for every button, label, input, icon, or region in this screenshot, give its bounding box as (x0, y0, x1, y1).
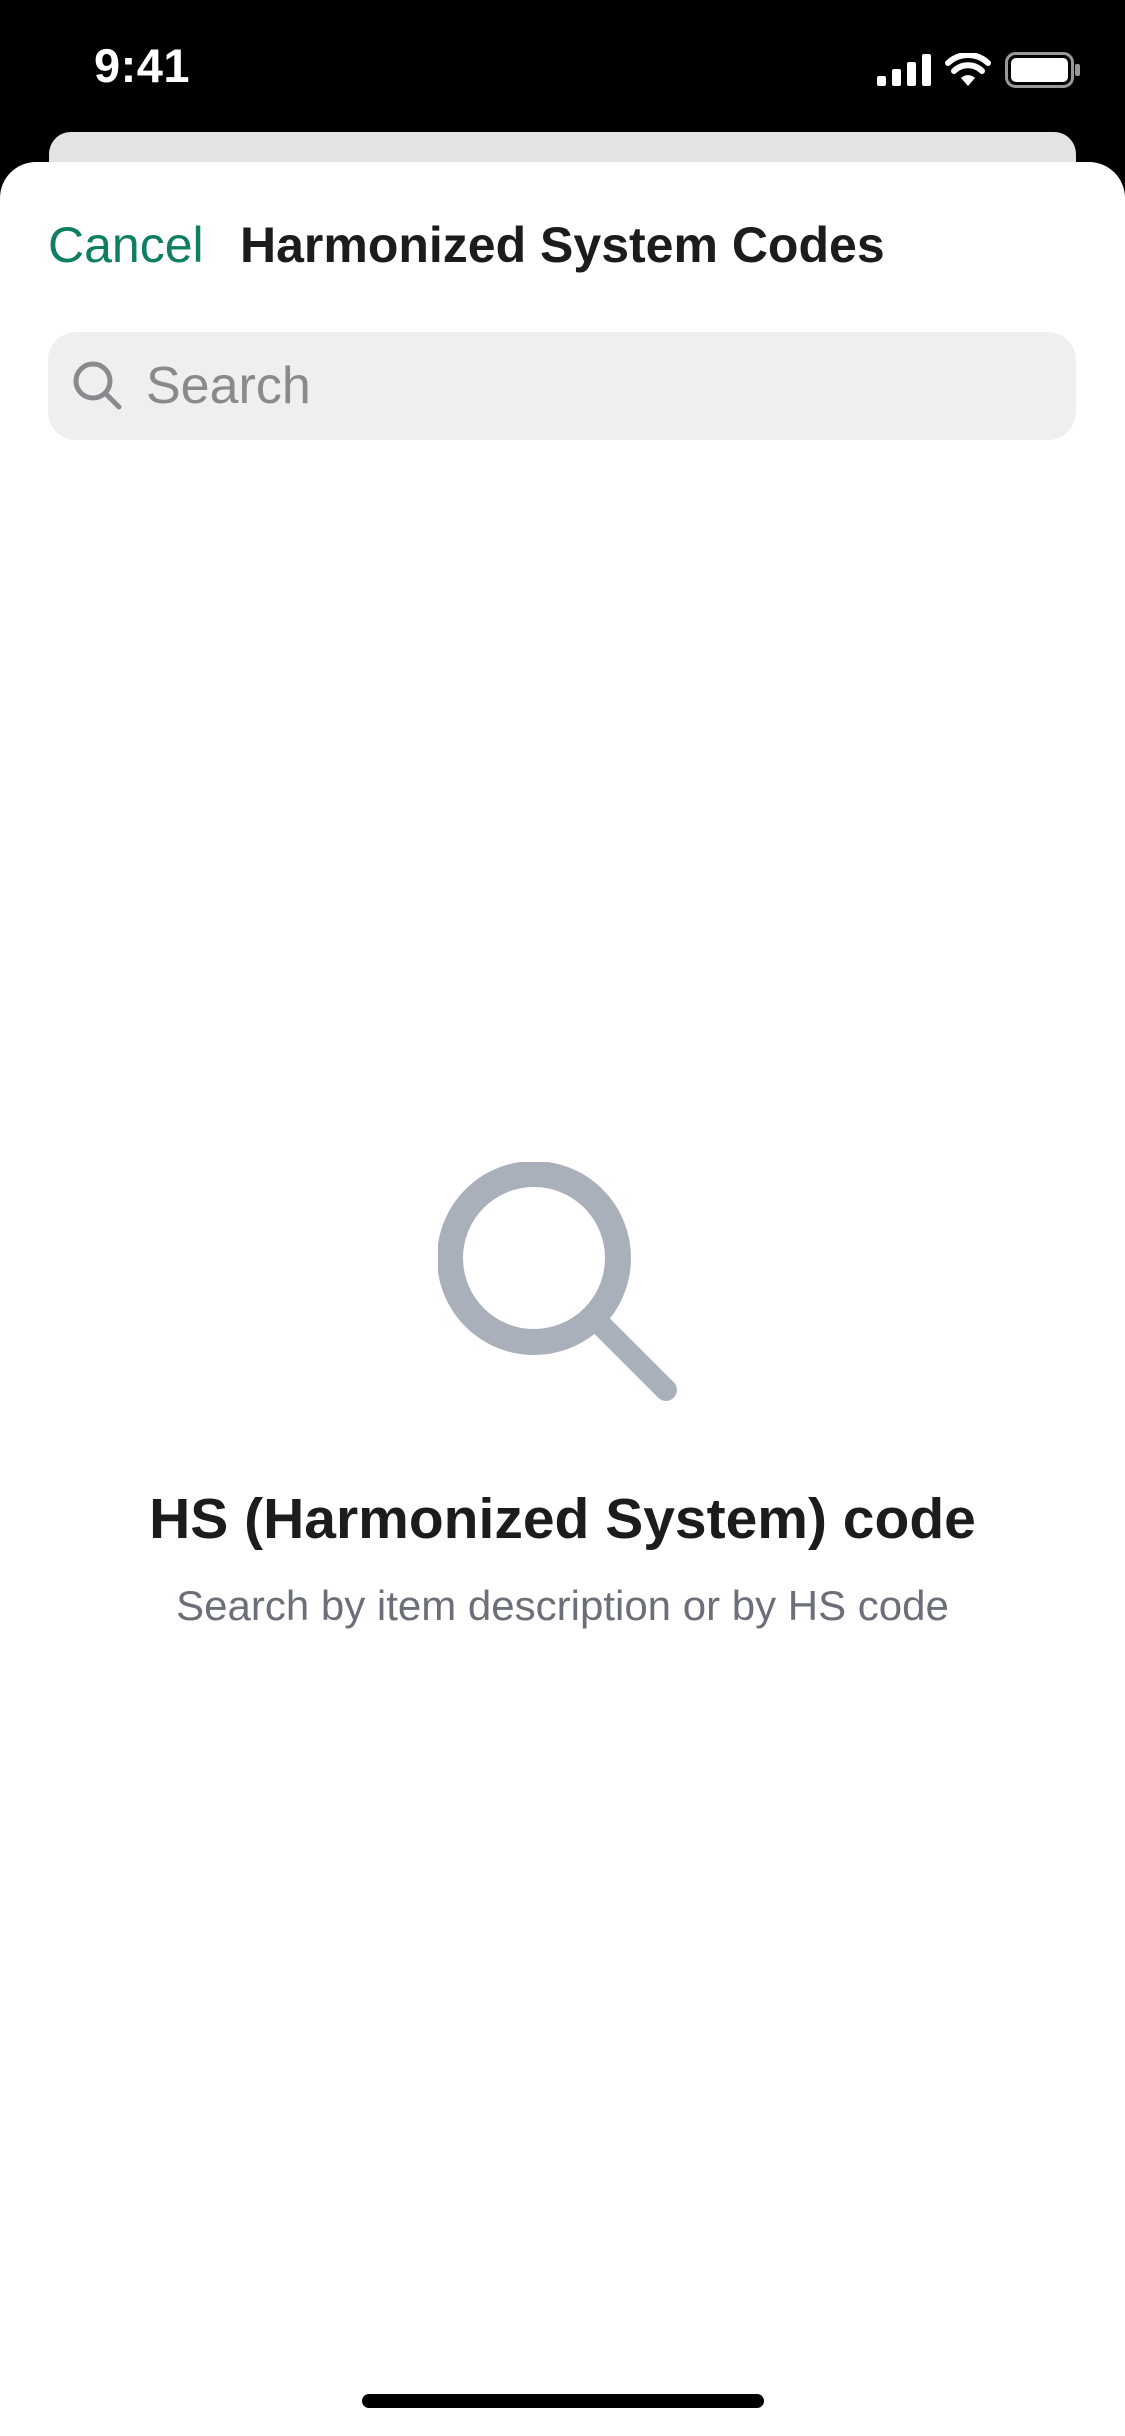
status-time: 9:41 (94, 39, 191, 92)
wifi-icon (945, 53, 991, 86)
battery-icon (1005, 52, 1080, 88)
empty-state-subtitle: Search by item description or by HS code (176, 1582, 949, 1629)
home-indicator (362, 2394, 764, 2408)
status-icons (877, 50, 1081, 90)
search-input[interactable] (144, 355, 1048, 417)
nav-bar: Cancel Harmonized System Codes (0, 162, 1125, 322)
search-bar[interactable] (48, 332, 1076, 440)
cellular-signal-icon (877, 54, 931, 86)
search-icon (73, 361, 122, 410)
page-title: Harmonized System Codes (240, 217, 885, 273)
empty-state: HS (Harmonized System) code Search by it… (0, 1162, 1125, 1630)
empty-state-title: HS (Harmonized System) code (149, 1487, 976, 1551)
search-icon (437, 1162, 677, 1401)
hs-code-sheet: Cancel Harmonized System Codes HS (Harmo… (0, 162, 1125, 2436)
screen: 9:41 Cancel Harmonized System Codes Sear… (0, 0, 1125, 2436)
cancel-button[interactable]: Cancel (48, 216, 204, 274)
status-bar: 9:41 (0, 0, 1125, 132)
